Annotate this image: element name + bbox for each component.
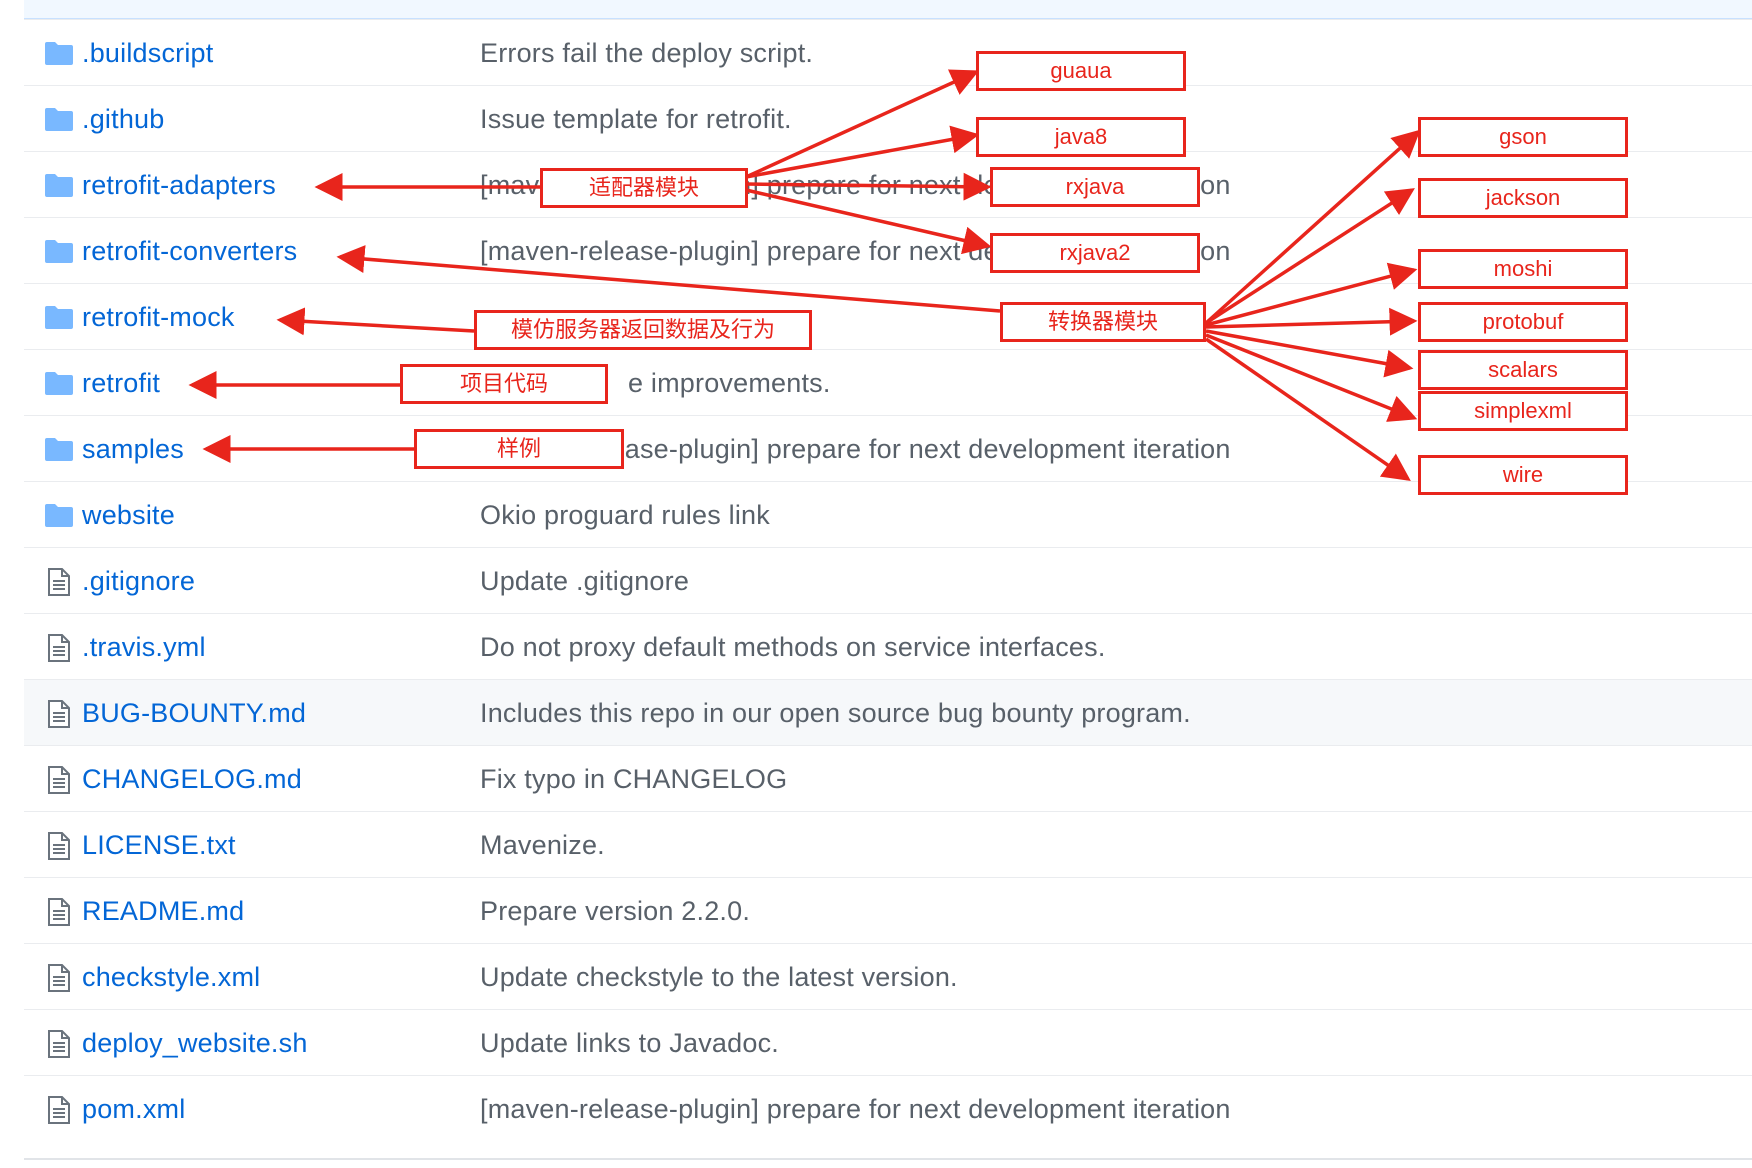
folder-icon xyxy=(44,106,74,132)
annotation-simplexml: simplexml xyxy=(1418,391,1628,431)
annotation-protobuf: protobuf xyxy=(1418,302,1628,342)
commit-message-link[interactable]: Update links to Javadoc. xyxy=(480,1010,779,1076)
table-row[interactable]: checkstyle.xml Update checkstyle to the … xyxy=(24,943,1752,1009)
table-row[interactable]: pom.xml [maven-release-plugin] prepare f… xyxy=(24,1075,1752,1141)
folder-icon xyxy=(44,40,74,66)
file-name-link[interactable]: CHANGELOG.md xyxy=(82,746,302,812)
file-name-link[interactable]: LICENSE.txt xyxy=(82,812,236,878)
annotation-jackson: jackson xyxy=(1418,178,1628,218)
file-name-link[interactable]: .github xyxy=(82,86,164,152)
folder-icon xyxy=(44,436,74,462)
file-icon xyxy=(44,634,74,662)
annotation-adapters: 适配器模块 xyxy=(540,168,748,208)
file-name-link[interactable]: .travis.yml xyxy=(82,614,206,680)
file-name-link[interactable]: retrofit-adapters xyxy=(82,152,276,218)
file-name-link[interactable]: checkstyle.xml xyxy=(82,944,260,1010)
folder-icon xyxy=(44,304,74,330)
annotation-scalars: scalars xyxy=(1418,350,1628,390)
annotation-wire: wire xyxy=(1418,455,1628,495)
commit-message-link[interactable]: Fix typo in CHANGELOG xyxy=(480,746,787,812)
file-icon xyxy=(44,700,74,728)
table-row[interactable]: LICENSE.txt Mavenize. xyxy=(24,811,1752,877)
commit-message-link[interactable]: Includes this repo in our open source bu… xyxy=(480,680,1191,746)
file-name-link[interactable]: BUG-BOUNTY.md xyxy=(82,680,306,746)
file-name-link[interactable]: retrofit xyxy=(82,350,160,416)
annotation-samples: 样例 xyxy=(414,429,624,469)
folder-icon xyxy=(44,172,74,198)
file-icon xyxy=(44,568,74,596)
file-name-link[interactable]: deploy_website.sh xyxy=(82,1010,308,1076)
annotation-mock: 模仿服务器返回数据及行为 xyxy=(474,310,812,350)
file-name-link[interactable]: .buildscript xyxy=(82,20,213,86)
file-icon xyxy=(44,832,74,860)
file-name-link[interactable]: retrofit-converters xyxy=(82,218,297,284)
file-icon xyxy=(44,766,74,794)
table-row[interactable]: .buildscript Errors fail the deploy scri… xyxy=(24,19,1752,85)
annotation-rxjava: rxjava xyxy=(990,167,1200,207)
annotation-converters: 转换器模块 xyxy=(1000,302,1206,342)
folder-icon xyxy=(44,502,74,528)
commit-message-link[interactable]: Okio proguard rules link xyxy=(480,482,770,548)
folder-icon xyxy=(44,370,74,396)
commit-message-link[interactable]: e improvements. xyxy=(628,350,831,416)
table-row[interactable]: .travis.yml Do not proxy default methods… xyxy=(24,613,1752,679)
commit-message-link[interactable]: Prepare version 2.2.0. xyxy=(480,878,750,944)
file-name-link[interactable]: samples xyxy=(82,416,184,482)
annotation-guaua: guaua xyxy=(976,51,1186,91)
commit-message-link[interactable]: Update checkstyle to the latest version. xyxy=(480,944,958,1010)
file-icon xyxy=(44,964,74,992)
commit-message-link[interactable]: Mavenize. xyxy=(480,812,605,878)
commit-message-link[interactable]: Issue template for retrofit. xyxy=(480,86,792,152)
folder-icon xyxy=(44,238,74,264)
commit-message-link[interactable]: Do not proxy default methods on service … xyxy=(480,614,1106,680)
annotation-project-code: 项目代码 xyxy=(400,364,608,404)
table-row[interactable]: CHANGELOG.md Fix typo in CHANGELOG xyxy=(24,745,1752,811)
file-name-link[interactable]: website xyxy=(82,482,175,548)
table-row[interactable]: .gitignore Update .gitignore xyxy=(24,547,1752,613)
table-row[interactable]: deploy_website.sh Update links to Javado… xyxy=(24,1009,1752,1075)
table-bottom-border xyxy=(24,1158,1752,1160)
annotation-rxjava2: rxjava2 xyxy=(990,233,1200,273)
table-header-strip xyxy=(24,0,1752,20)
table-row[interactable]: README.md Prepare version 2.2.0. xyxy=(24,877,1752,943)
file-name-link[interactable]: retrofit-mock xyxy=(82,284,235,350)
annotation-moshi: moshi xyxy=(1418,249,1628,289)
file-name-link[interactable]: README.md xyxy=(82,878,244,944)
commit-message-link[interactable]: Errors fail the deploy script. xyxy=(480,20,813,86)
commit-message-link[interactable]: [maven-release-plugin] prepare for next … xyxy=(480,1076,1231,1142)
file-name-link[interactable]: .gitignore xyxy=(82,548,195,614)
file-icon xyxy=(44,1096,74,1124)
annotation-gson: gson xyxy=(1418,117,1628,157)
annotation-java8: java8 xyxy=(976,117,1186,157)
file-name-link[interactable]: pom.xml xyxy=(82,1076,185,1142)
file-icon xyxy=(44,1030,74,1058)
file-icon xyxy=(44,898,74,926)
table-row[interactable]: BUG-BOUNTY.md Includes this repo in our … xyxy=(24,679,1752,745)
commit-message-link[interactable]: Update .gitignore xyxy=(480,548,689,614)
